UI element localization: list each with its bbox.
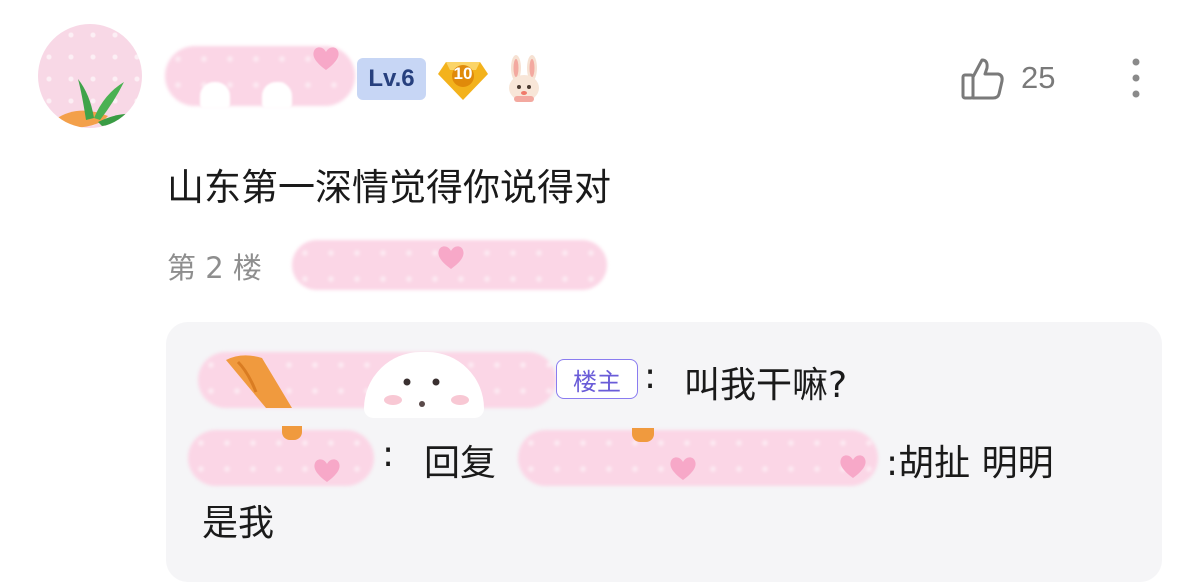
reply-text-tail: :胡扯 明明 [886, 443, 1054, 484]
more-vertical-icon[interactable] [1124, 56, 1148, 100]
thumbs-up-icon[interactable] [958, 55, 1006, 103]
carrot-sticker-tip [632, 428, 654, 442]
bunny-sticker [364, 352, 484, 418]
heart-sticker-icon [312, 456, 342, 484]
avatar-carrot-icon [56, 79, 136, 128]
reply-word: 回复 [424, 443, 497, 484]
like-count: 25 [1021, 60, 1056, 95]
reply-username-mask[interactable] [188, 430, 374, 486]
rabbit-badge-icon [502, 54, 546, 104]
comment-text: 山东第一深情觉得你说得对 [167, 166, 611, 209]
heart-sticker-icon [436, 243, 466, 271]
reply-text-wrap: 是我 [202, 503, 275, 544]
heart-sticker-icon [668, 454, 698, 482]
reply-separator: : [644, 356, 657, 397]
heart-sticker-icon [838, 452, 868, 480]
avatar[interactable] [38, 24, 142, 128]
reply-separator: : [382, 434, 395, 475]
owner-tag: 楼主 [556, 359, 638, 399]
sticker-ear [262, 82, 292, 108]
reply-text: 叫我干嘛? [684, 365, 848, 406]
floor-label: 第 2 楼 [167, 251, 262, 285]
heart-sticker-icon [311, 44, 341, 72]
reply-target-mask[interactable] [518, 430, 878, 486]
level-badge: Lv.6 [357, 58, 426, 100]
carrot-sticker-tip [282, 426, 302, 440]
sticker-ear [200, 82, 230, 108]
member-level-number: 10 [453, 64, 473, 83]
carrot-sticker-icon [222, 352, 296, 410]
